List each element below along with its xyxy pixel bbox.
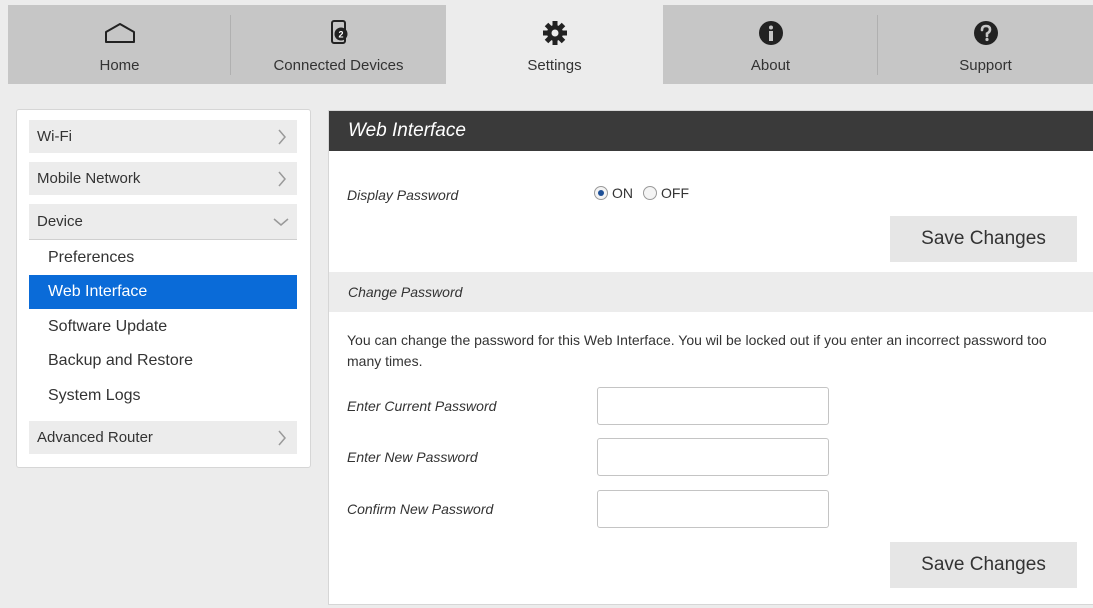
tab-support[interactable]: Support	[878, 5, 1093, 84]
sidebar-item-mobile-network[interactable]: Mobile Network	[29, 162, 297, 195]
save-changes-button-bottom[interactable]: Save Changes	[890, 542, 1077, 588]
help-icon	[970, 19, 1002, 47]
save-changes-button-top[interactable]: Save Changes	[890, 216, 1077, 262]
tab-home[interactable]: Home	[8, 5, 231, 84]
sidebar-item-device[interactable]: Device	[29, 204, 297, 240]
display-password-off-option[interactable]: OFF	[643, 185, 689, 201]
sidebar-item-wifi[interactable]: Wi-Fi	[29, 120, 297, 153]
display-password-label: Display Password	[347, 187, 459, 203]
home-icon	[104, 19, 136, 47]
tab-about[interactable]: About	[663, 5, 878, 84]
sidebar-subitem-label: System Logs	[48, 387, 141, 404]
sidebar-subitem-label: Web Interface	[48, 283, 148, 300]
current-password-input[interactable]	[597, 387, 829, 425]
sidebar-subitem-label: Software Update	[48, 318, 168, 335]
info-icon	[755, 19, 787, 47]
radio-on[interactable]	[594, 186, 608, 200]
chevron-right-icon	[278, 129, 286, 144]
new-password-input[interactable]	[597, 438, 829, 476]
sidebar-subitem-web-interface[interactable]: Web Interface	[29, 275, 297, 309]
tab-connected-devices-label: Connected Devices	[273, 57, 404, 74]
tab-support-label: Support	[959, 57, 1012, 74]
gear-icon	[539, 19, 571, 47]
tab-settings[interactable]: Settings	[446, 5, 663, 84]
devices-count-badge: 2	[338, 30, 343, 40]
radio-off-label: OFF	[661, 185, 689, 201]
sidebar-subitem-label: Backup and Restore	[48, 352, 193, 369]
display-password-on-option[interactable]: ON	[594, 185, 633, 201]
top-navigation: Home 2 Connected Devices Settings About …	[8, 5, 1093, 84]
confirm-password-label: Confirm New Password	[347, 501, 494, 517]
tab-home-label: Home	[99, 57, 140, 74]
change-password-description: You can change the password for this Web…	[347, 332, 1047, 369]
new-password-label: Enter New Password	[347, 449, 478, 465]
radio-off[interactable]	[643, 186, 657, 200]
sidebar-subitem-software-update[interactable]: Software Update	[29, 310, 297, 344]
sidebar-subitem-preferences[interactable]: Preferences	[29, 241, 297, 275]
web-interface-panel: Web Interface Display Password ON OFF Sa…	[328, 110, 1093, 605]
sidebar-item-label: Advanced Router	[37, 429, 153, 446]
chevron-down-icon	[273, 217, 289, 226]
sidebar-item-label: Device	[37, 213, 83, 230]
page-title: Web Interface	[329, 111, 1093, 151]
chevron-right-icon	[278, 430, 286, 445]
tab-about-label: About	[750, 57, 791, 74]
chevron-right-icon	[278, 171, 286, 186]
tab-connected-devices[interactable]: 2 Connected Devices	[231, 5, 446, 84]
tab-settings-label: Settings	[527, 57, 582, 74]
sidebar-item-label: Mobile Network	[37, 170, 141, 187]
connected-devices-icon: 2	[323, 19, 355, 47]
sidebar-item-advanced-router[interactable]: Advanced Router	[29, 421, 297, 454]
current-password-label: Enter Current Password	[347, 398, 497, 414]
sidebar-item-label: Wi-Fi	[37, 128, 72, 145]
radio-on-label: ON	[612, 185, 633, 201]
sidebar-subitem-backup-restore[interactable]: Backup and Restore	[29, 344, 297, 378]
confirm-password-input[interactable]	[597, 490, 829, 528]
display-password-radio-group: ON OFF	[594, 185, 699, 201]
change-password-section-title: Change Password	[329, 272, 1093, 312]
sidebar-subitem-label: Preferences	[48, 249, 135, 266]
sidebar-subitem-system-logs[interactable]: System Logs	[29, 379, 297, 413]
